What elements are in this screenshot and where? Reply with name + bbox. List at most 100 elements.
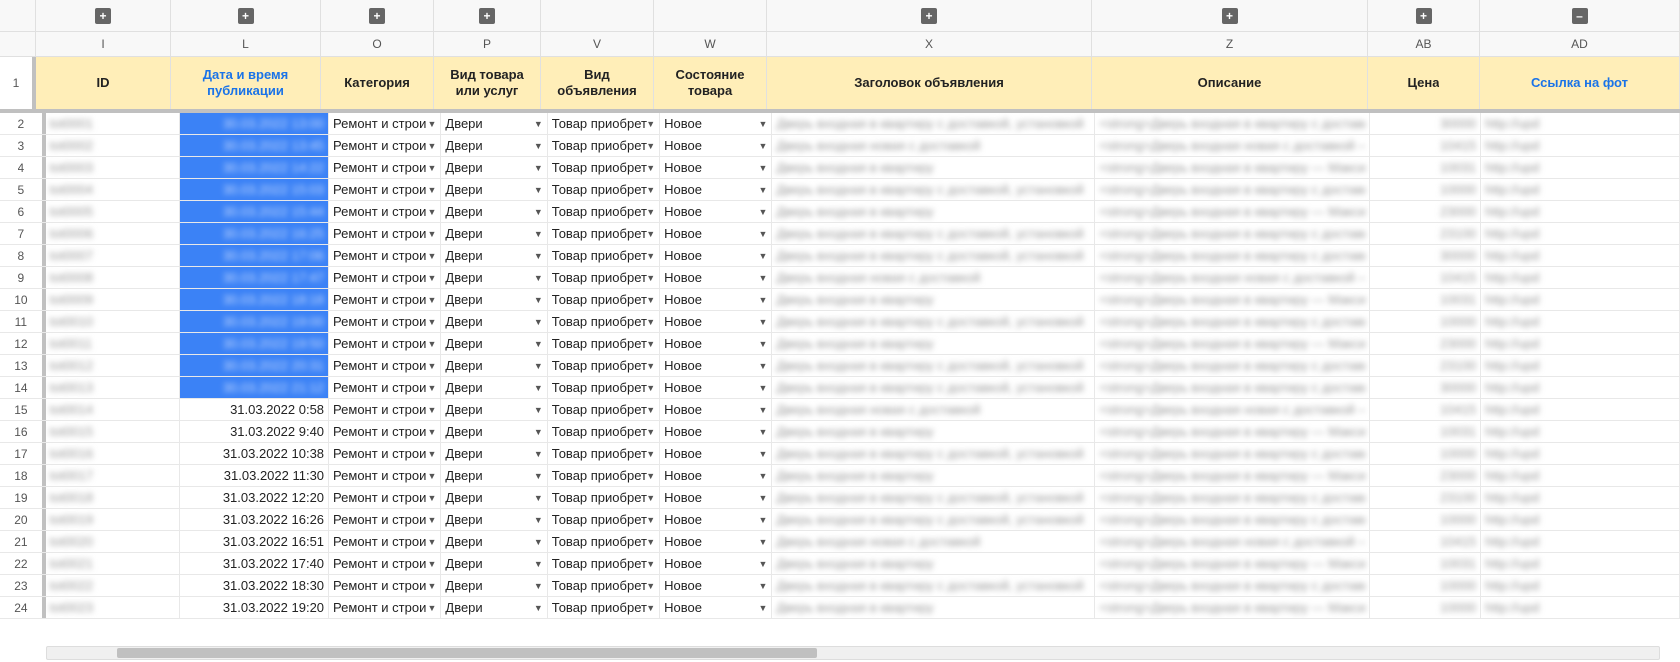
cell-id[interactable]: tot0011	[46, 333, 180, 354]
cell-condition[interactable]: Новое	[660, 399, 772, 420]
cell-desc[interactable]: <strong>Дверь входная в квартиру с доста…	[1095, 377, 1369, 398]
cell-date[interactable]: 30.03.2022 18:18	[180, 289, 329, 310]
cell-product[interactable]: Двери	[441, 113, 547, 134]
cell-id[interactable]: tot0001	[46, 113, 180, 134]
cell-link[interactable]: http://upd	[1481, 597, 1680, 618]
cell-link[interactable]: http://upd	[1481, 399, 1680, 420]
cell-product[interactable]: Двери	[441, 597, 547, 618]
cell-id[interactable]: tot0020	[46, 531, 180, 552]
cell-condition[interactable]: Новое	[660, 355, 772, 376]
cell-category[interactable]: Ремонт и строи	[329, 333, 441, 354]
cell-link[interactable]: http://upd	[1481, 157, 1680, 178]
cell-condition[interactable]: Новое	[660, 509, 772, 530]
header-cell[interactable]: Дата и время публикации	[171, 57, 321, 109]
header-cell[interactable]: Цена	[1368, 57, 1480, 109]
cell-desc[interactable]: <strong>Дверь входная в квартиру с доста…	[1095, 245, 1369, 266]
cell-desc[interactable]: <strong>Дверь входная в квартиру — Макси…	[1095, 465, 1369, 486]
scrollbar-thumb[interactable]	[117, 648, 817, 658]
cell-condition[interactable]: Новое	[660, 113, 772, 134]
cell-condition[interactable]: Новое	[660, 377, 772, 398]
header-cell[interactable]: Категория	[321, 57, 434, 109]
row-header[interactable]: 10	[0, 289, 46, 310]
plus-group-button[interactable]: +	[434, 0, 541, 31]
cell-desc[interactable]: <strong>Дверь входная в квартиру — Макси…	[1095, 289, 1369, 310]
cell-condition[interactable]: Новое	[660, 597, 772, 618]
cell-product[interactable]: Двери	[441, 267, 547, 288]
row-header[interactable]: 24	[0, 597, 46, 618]
col-header-X[interactable]: X	[767, 32, 1092, 56]
col-header-W[interactable]: W	[654, 32, 767, 56]
cell-title[interactable]: Дверь входная в квартиру с доставкой, ус…	[772, 113, 1095, 134]
cell-price[interactable]: 23100	[1370, 223, 1481, 244]
row-header[interactable]: 11	[0, 311, 46, 332]
cell-link[interactable]: http://upd	[1481, 531, 1680, 552]
cell-title[interactable]: Дверь входная в квартиру	[772, 201, 1095, 222]
cell-title[interactable]: Дверь входная в квартиру с доставкой, ус…	[772, 487, 1095, 508]
cell-condition[interactable]: Новое	[660, 179, 772, 200]
cell-product[interactable]: Двери	[441, 531, 547, 552]
cell-link[interactable]: http://upd	[1481, 289, 1680, 310]
cell-date[interactable]: 31.03.2022 16:26	[180, 509, 329, 530]
cell-category[interactable]: Ремонт и строи	[329, 377, 441, 398]
cell-price[interactable]: 10000	[1370, 179, 1481, 200]
cell-date[interactable]: 30.03.2022 17:47	[180, 267, 329, 288]
cell-price[interactable]: 10415	[1370, 135, 1481, 156]
cell-date[interactable]: 30.03.2022 19:50	[180, 333, 329, 354]
cell-link[interactable]: http://upd	[1481, 509, 1680, 530]
cell-listing[interactable]: Товар приобрет	[548, 179, 660, 200]
cell-product[interactable]: Двери	[441, 355, 547, 376]
cell-category[interactable]: Ремонт и строи	[329, 355, 441, 376]
cell-listing[interactable]: Товар приобрет	[548, 421, 660, 442]
cell-listing[interactable]: Товар приобрет	[548, 509, 660, 530]
cell-product[interactable]: Двери	[441, 421, 547, 442]
cell-price[interactable]: 30000	[1370, 113, 1481, 134]
cell-date[interactable]: 30.03.2022 17:06	[180, 245, 329, 266]
row-header[interactable]: 23	[0, 575, 46, 596]
row-header[interactable]: 4	[0, 157, 46, 178]
cell-id[interactable]: tot0015	[46, 421, 180, 442]
cell-date[interactable]: 30.03.2022 16:25	[180, 223, 329, 244]
cell-title[interactable]: Дверь входная в квартиру	[772, 157, 1095, 178]
cell-desc[interactable]: <strong>Дверь входная в квартиру с доста…	[1095, 179, 1369, 200]
cell-title[interactable]: Дверь входная новая с доставкой	[772, 135, 1095, 156]
cell-date[interactable]: 30.03.2022 21:12	[180, 377, 329, 398]
cell-date[interactable]: 30.03.2022 20:31	[180, 355, 329, 376]
cell-product[interactable]: Двери	[441, 575, 547, 596]
select-all[interactable]	[0, 32, 36, 56]
cell-product[interactable]: Двери	[441, 377, 547, 398]
row-header[interactable]: 22	[0, 553, 46, 574]
cell-desc[interactable]: <strong>Дверь входная в квартиру — Макси…	[1095, 201, 1369, 222]
cell-condition[interactable]: Новое	[660, 289, 772, 310]
cell-id[interactable]: tot0014	[46, 399, 180, 420]
cell-id[interactable]: tot0003	[46, 157, 180, 178]
col-header-V[interactable]: V	[541, 32, 654, 56]
cell-title[interactable]: Дверь входная новая с доставкой	[772, 399, 1095, 420]
cell-category[interactable]: Ремонт и строи	[329, 223, 441, 244]
header-cell[interactable]: Вид объявления	[541, 57, 654, 109]
cell-link[interactable]: http://upd	[1481, 223, 1680, 244]
cell-category[interactable]: Ремонт и строи	[329, 311, 441, 332]
cell-date[interactable]: 30.03.2022 13:00	[180, 113, 329, 134]
cell-listing[interactable]: Товар приобрет	[548, 531, 660, 552]
cell-condition[interactable]: Новое	[660, 443, 772, 464]
row-header[interactable]: 2	[0, 113, 46, 134]
cell-link[interactable]: http://upd	[1481, 267, 1680, 288]
cell-condition[interactable]: Новое	[660, 245, 772, 266]
cell-listing[interactable]: Товар приобрет	[548, 487, 660, 508]
row-header-1[interactable]: 1	[0, 57, 36, 109]
row-header[interactable]: 16	[0, 421, 46, 442]
cell-listing[interactable]: Товар приобрет	[548, 113, 660, 134]
cell-id[interactable]: tot0010	[46, 311, 180, 332]
cell-id[interactable]: tot0023	[46, 597, 180, 618]
cell-desc[interactable]: <strong>Дверь входная новая с доставкой …	[1095, 531, 1369, 552]
cell-link[interactable]: http://upd	[1481, 421, 1680, 442]
cell-product[interactable]: Двери	[441, 509, 547, 530]
cell-listing[interactable]: Товар приобрет	[548, 355, 660, 376]
cell-title[interactable]: Дверь входная в квартиру с доставкой, ус…	[772, 245, 1095, 266]
cell-desc[interactable]: <strong>Дверь входная в квартиру — Макси…	[1095, 553, 1369, 574]
cell-date[interactable]: 31.03.2022 9:40	[180, 421, 329, 442]
header-cell[interactable]: Вид товара или услуг	[434, 57, 541, 109]
cell-product[interactable]: Двери	[441, 333, 547, 354]
plus-group-button[interactable]: +	[767, 0, 1092, 31]
cell-date[interactable]: 31.03.2022 12:20	[180, 487, 329, 508]
